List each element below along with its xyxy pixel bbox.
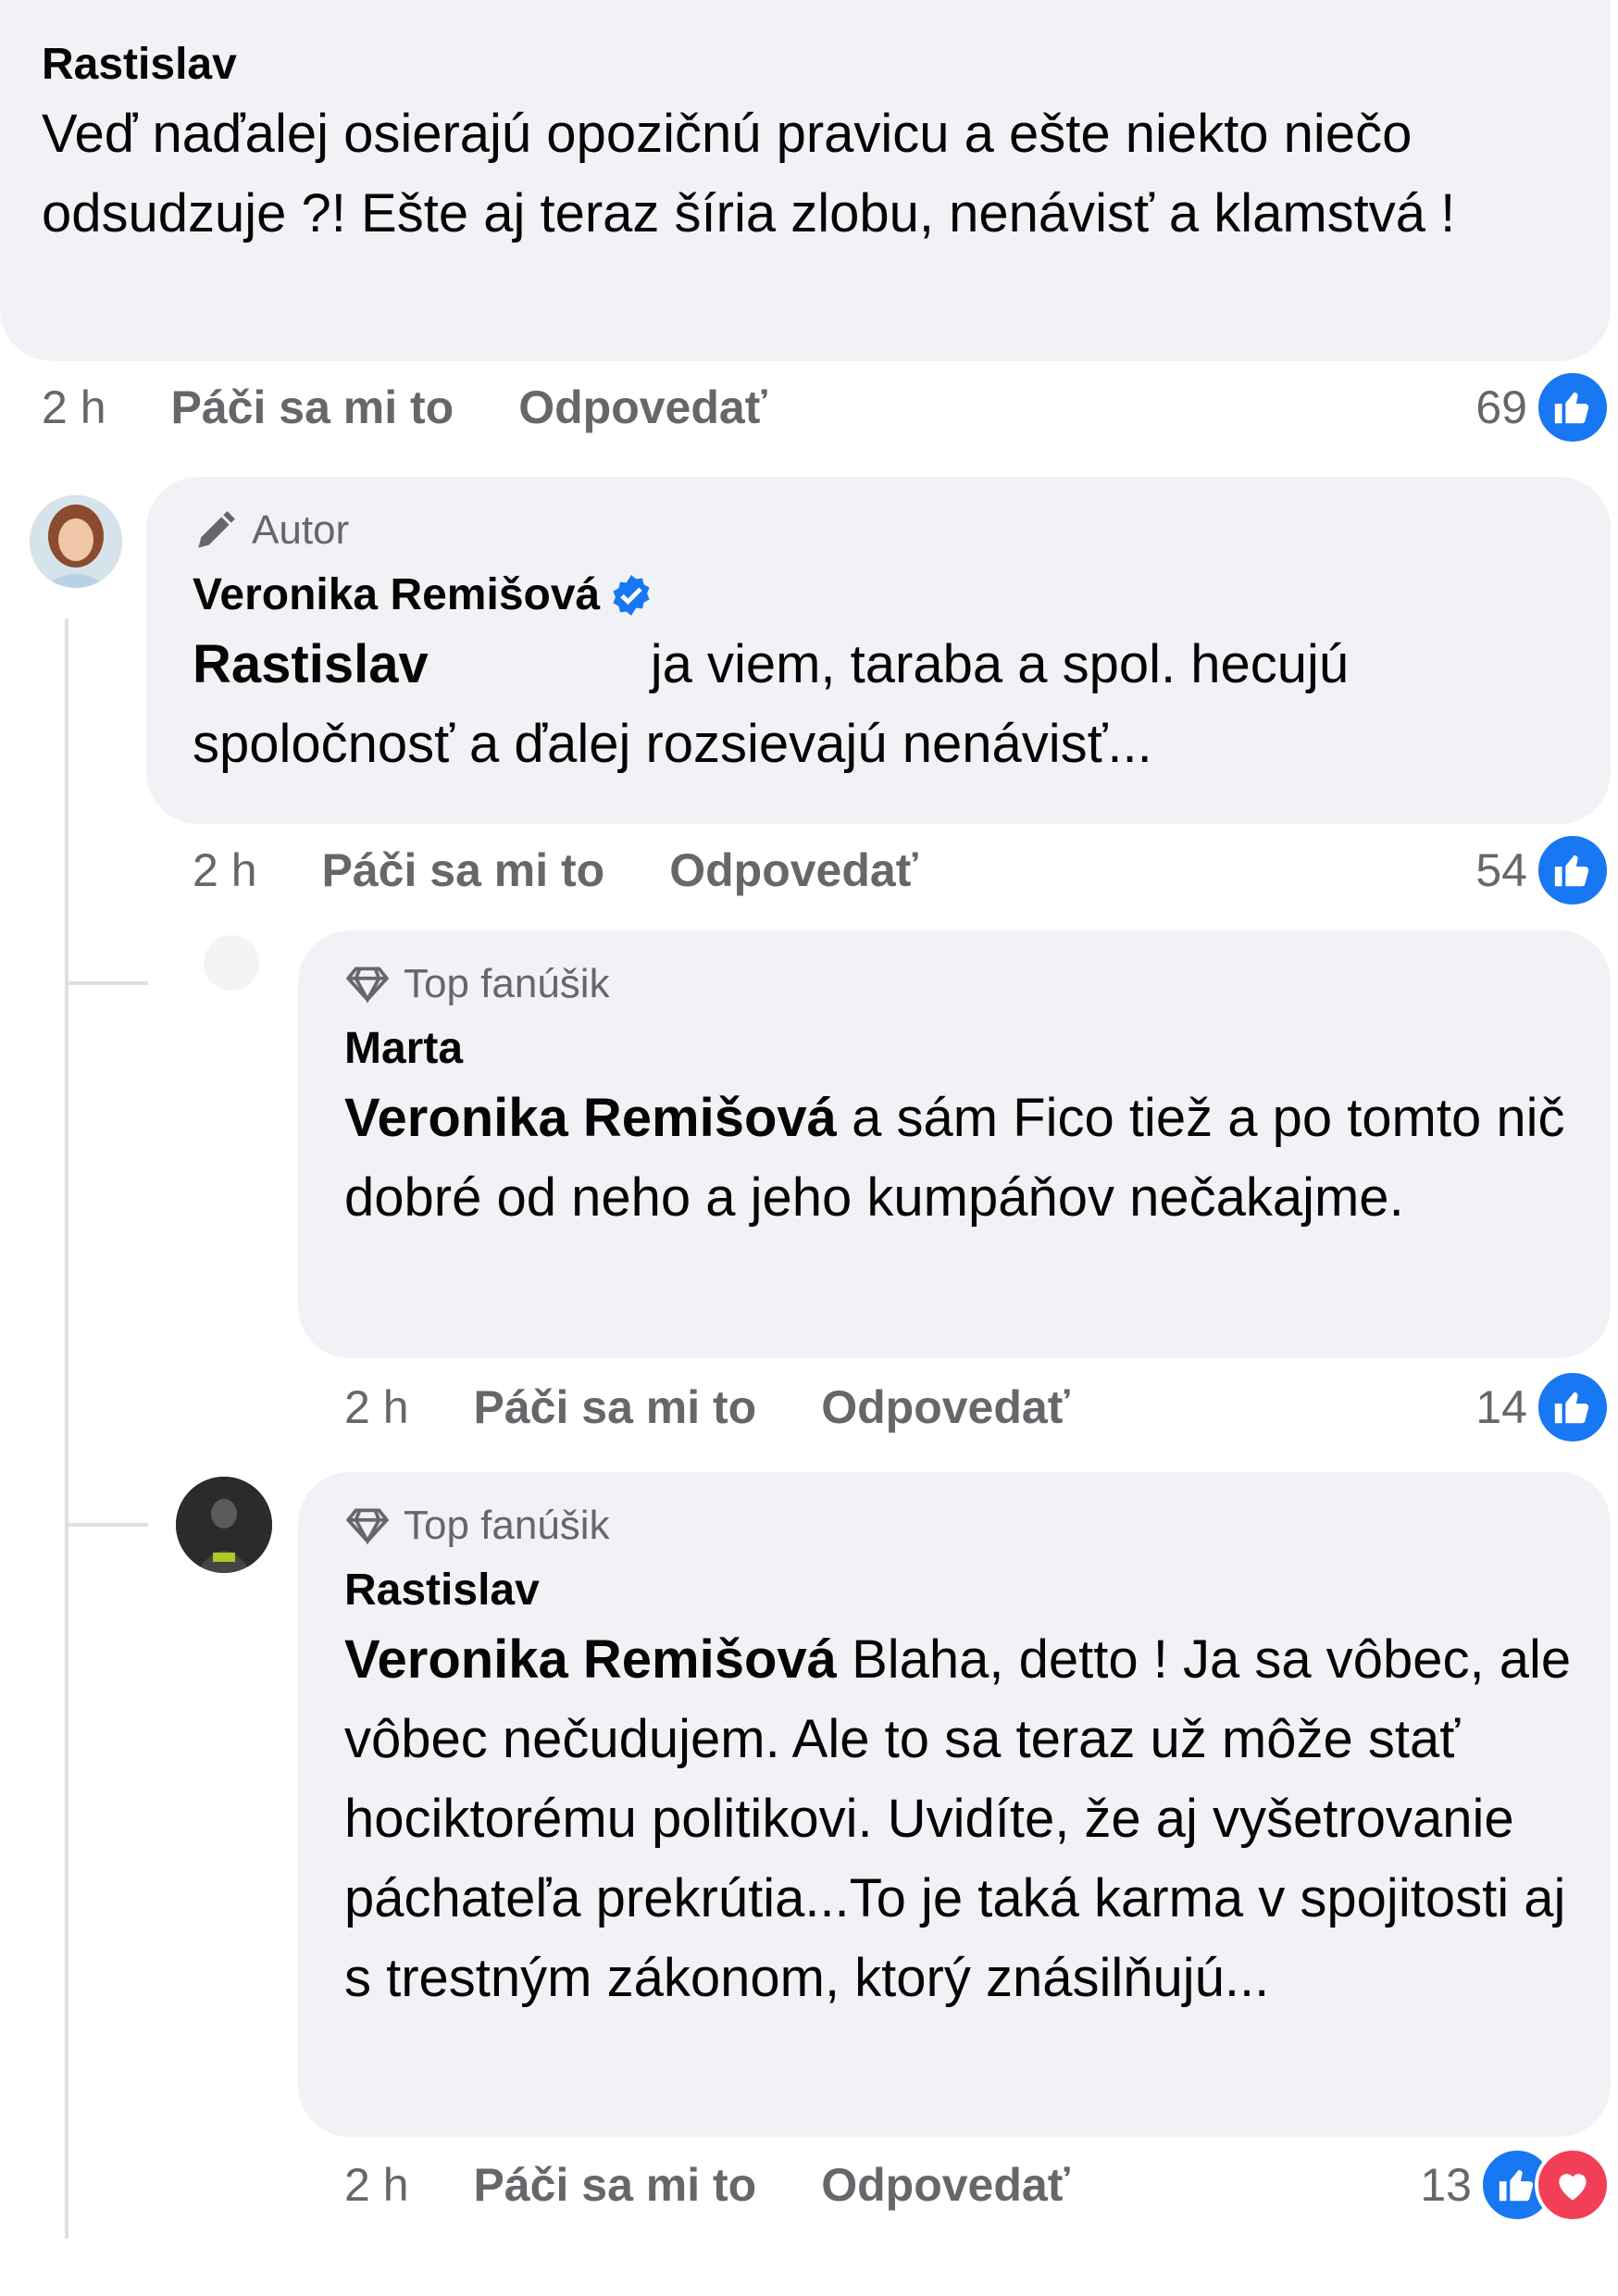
thread-line-branch-1 <box>65 981 148 985</box>
badge-label: Top fanúšik <box>404 1503 610 1548</box>
comment-bubble-1: Rastislav Veď naďalej osierajú opozičnú … <box>0 0 1611 361</box>
verified-badge-icon <box>609 573 653 618</box>
comment-actions-4: 2 h Páči sa mi to Odpovedať <box>344 2148 1070 2222</box>
reaction-count: 13 <box>1420 2159 1472 2211</box>
thumbs-up-icon <box>1535 1369 1611 1445</box>
pencil-icon <box>193 507 239 554</box>
comment-author: Veronika Remišová <box>193 566 1564 625</box>
like-button[interactable]: Páči sa mi to <box>322 843 605 897</box>
mention-link[interactable]: Rastislav <box>193 634 429 694</box>
fan-badge: Top fanúšik <box>344 958 1564 1010</box>
comment-bubble-3: Top fanúšik Marta Veronika Remišová a sá… <box>298 930 1611 1358</box>
like-button[interactable]: Páči sa mi to <box>474 1380 757 1434</box>
diamond-icon <box>344 964 391 1004</box>
badge-label: Top fanúšik <box>404 961 610 1006</box>
thumbs-up-icon <box>1535 369 1611 445</box>
comment-time[interactable]: 2 h <box>193 843 257 897</box>
thread-line-branch-2 <box>65 1523 148 1527</box>
comment-time[interactable]: 2 h <box>344 1380 409 1434</box>
avatar-marta[interactable] <box>204 935 259 991</box>
avatar-rastislav[interactable] <box>176 1477 272 1573</box>
comment-actions-1: 2 h Páči sa mi to Odpovedať <box>42 370 767 444</box>
mention-link[interactable]: Veronika Remišová <box>344 1088 837 1148</box>
comment-author[interactable]: Rastislav <box>344 1561 1564 1620</box>
like-button[interactable]: Páči sa mi to <box>474 2158 757 2212</box>
like-button[interactable]: Páči sa mi to <box>171 381 454 434</box>
badge-label: Autor <box>252 507 350 553</box>
reply-button[interactable]: Odpovedať <box>821 2158 1069 2212</box>
comment-actions-2: 2 h Páči sa mi to Odpovedať <box>193 833 918 907</box>
fan-badge: Top fanúšik <box>344 1500 1564 1552</box>
reaction-count: 69 <box>1475 381 1527 433</box>
comment-author[interactable]: Rastislav <box>42 35 1569 94</box>
diamond-icon <box>344 1505 391 1546</box>
comment-author[interactable]: Marta <box>344 1019 1564 1079</box>
reactions-summary-1[interactable]: 69 <box>1475 369 1611 445</box>
avatar-image-icon <box>30 495 122 588</box>
thumbs-up-icon <box>1535 832 1611 908</box>
avatar-veronika[interactable] <box>30 495 122 588</box>
reaction-count: 54 <box>1475 844 1527 896</box>
reply-button[interactable]: Odpovedať <box>821 1380 1069 1434</box>
comment-time[interactable]: 2 h <box>42 381 106 434</box>
author-badge: Autor <box>193 505 1564 556</box>
author-name-link[interactable]: Veronika Remišová <box>193 566 600 625</box>
comment-text: Veď naďalej osierajú opozičnú pravicu a … <box>42 104 1456 243</box>
reactions-summary-2[interactable]: 54 <box>1475 832 1611 908</box>
comment-text: Rastislav ja viem, taraba a spol. hecujú … <box>193 625 1562 784</box>
comment-time[interactable]: 2 h <box>344 2158 409 2212</box>
reactions-summary-4[interactable]: 13 <box>1420 2147 1611 2223</box>
mention-link[interactable]: Veronika Remišová <box>344 1629 837 1690</box>
reply-button[interactable]: Odpovedať <box>669 843 917 897</box>
heart-icon <box>1535 2147 1611 2223</box>
comment-text: Veronika Remišová a sám Fico tiež a po t… <box>344 1079 1566 1238</box>
comment-bubble-4: Top fanúšik Rastislav Veronika Remišová … <box>298 1472 1611 2137</box>
reactions-summary-3[interactable]: 14 <box>1475 1369 1611 1445</box>
comment-text: Veronika Remišová Blaha, detto ! Ja sa v… <box>344 1620 1575 2018</box>
avatar-image-icon <box>176 1477 272 1573</box>
reply-button[interactable]: Odpovedať <box>518 381 766 434</box>
thread-line-main <box>65 618 68 2239</box>
reaction-count: 14 <box>1475 1381 1527 1433</box>
comment-actions-3: 2 h Páči sa mi to Odpovedať <box>344 1370 1070 1444</box>
comment-bubble-2: Autor Veronika Remišová Rastislav ja viem… <box>146 477 1611 824</box>
